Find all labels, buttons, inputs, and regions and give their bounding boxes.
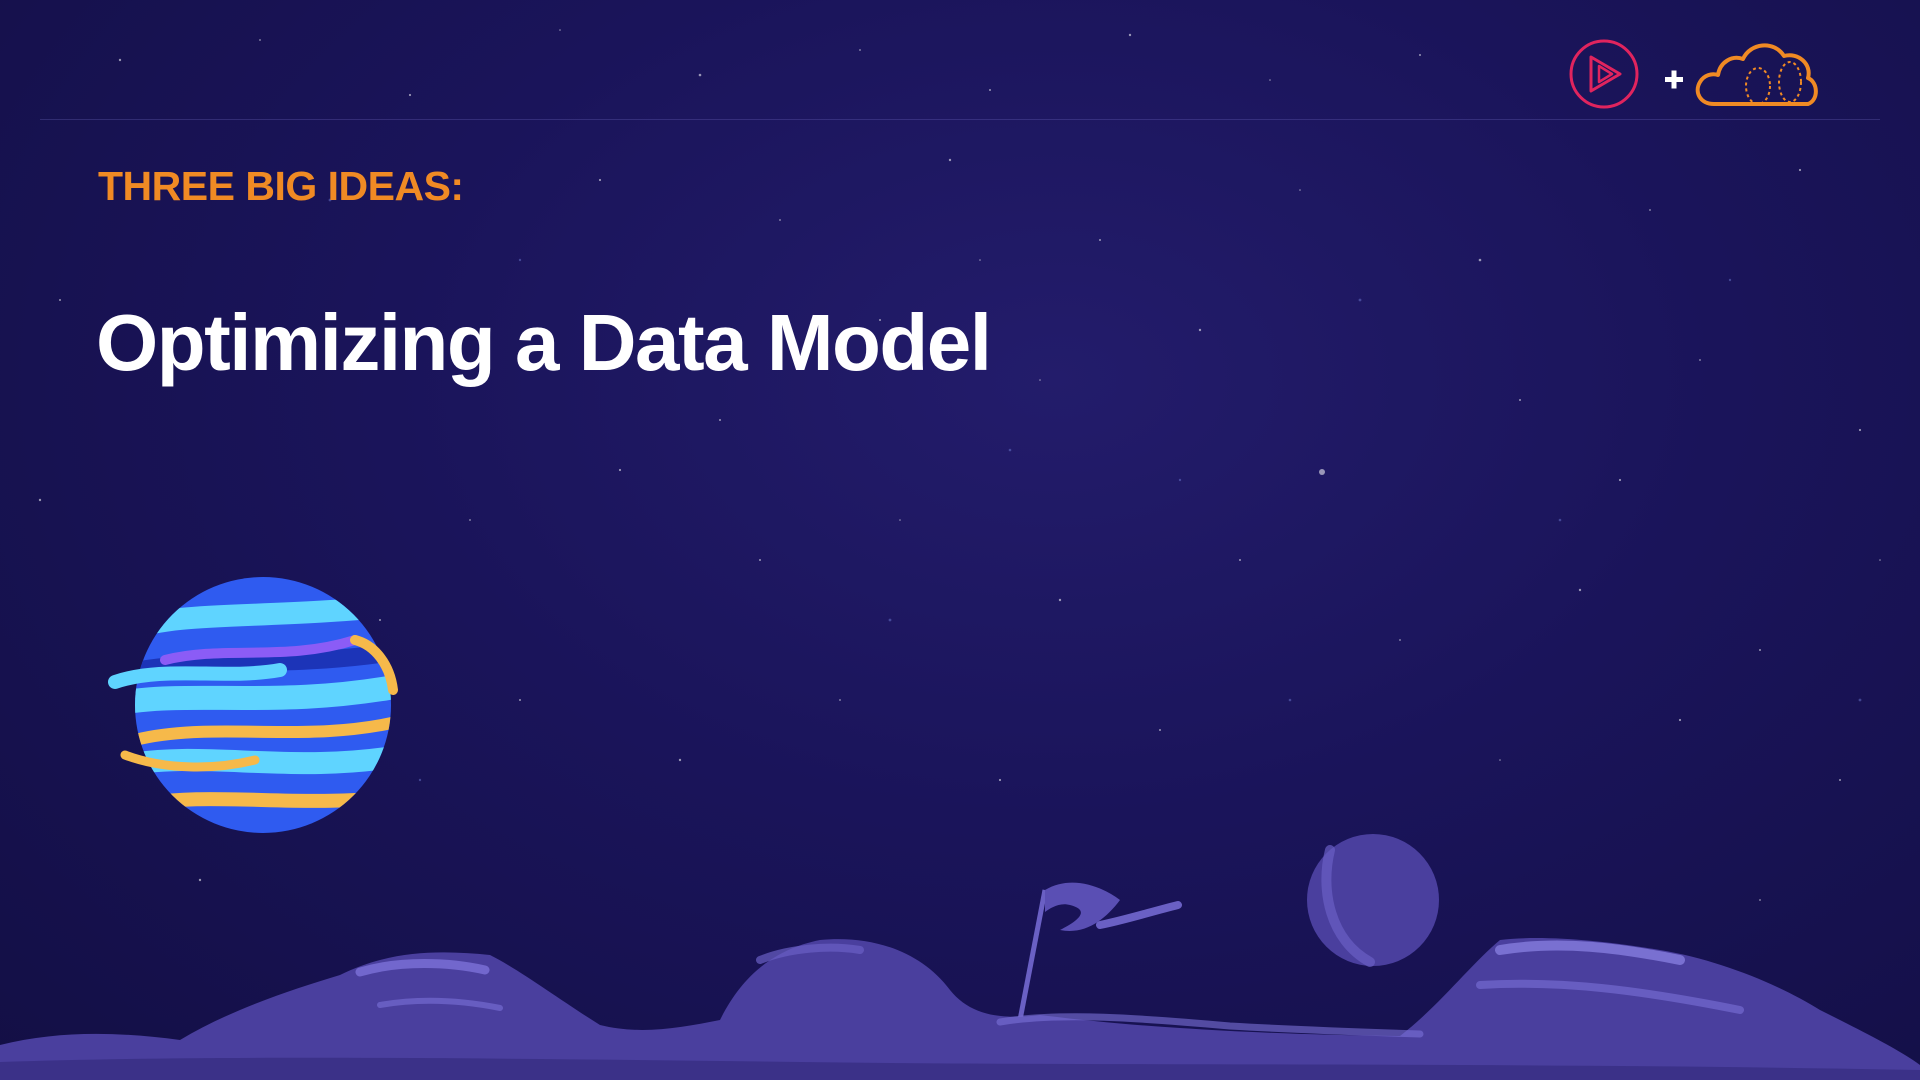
slide-title: Optimizing a Data Model (96, 298, 992, 387)
cloud-icon (1695, 43, 1818, 106)
partner-logos (1560, 30, 1840, 120)
plus-icon (1665, 70, 1683, 89)
eyebrow-label: THREE BIG IDEAS: (98, 163, 464, 209)
flag (1017, 882, 1182, 1021)
moon-landscape-illustration (0, 834, 1920, 1080)
slide: THREE BIG IDEAS: Optimizing a Data Model (0, 0, 1920, 1080)
small-moon (1307, 834, 1439, 967)
play-circle-icon (1569, 39, 1639, 109)
